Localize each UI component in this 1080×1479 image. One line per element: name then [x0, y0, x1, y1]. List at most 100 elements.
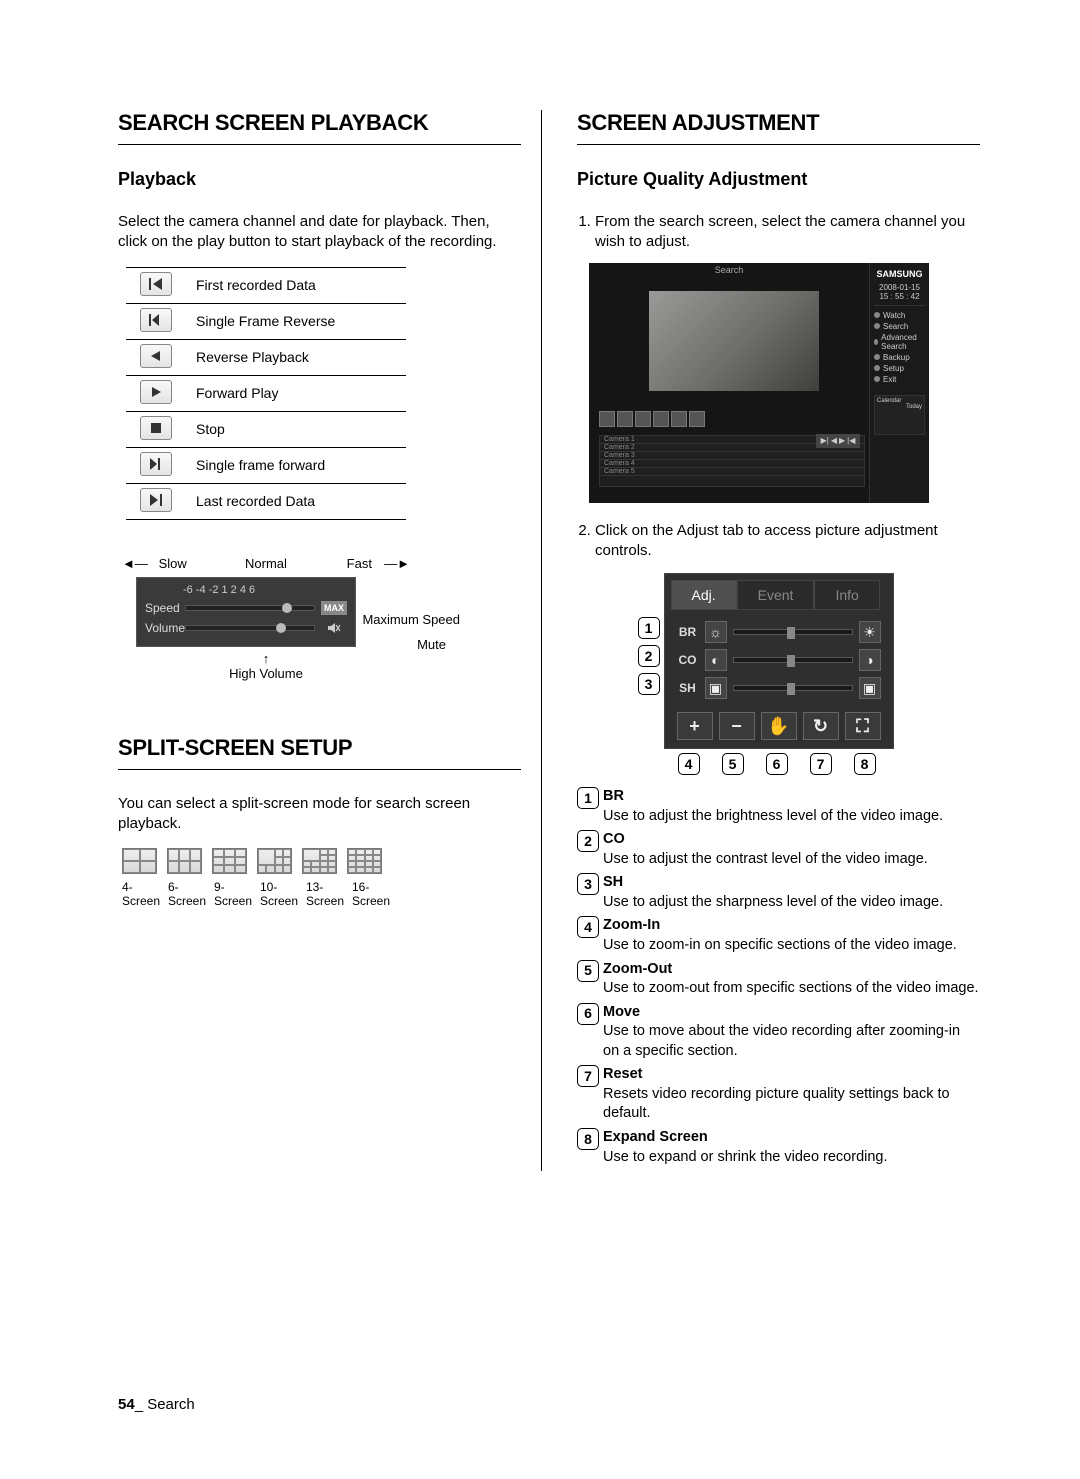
high-volume-label: ↑High Volume: [126, 651, 406, 681]
single-frame-reverse-icon[interactable]: [140, 308, 172, 332]
single-frame-forward-icon[interactable]: [140, 452, 172, 476]
heading-screen-adjustment: SCREEN ADJUSTMENT: [577, 110, 980, 145]
tab-info[interactable]: Info: [814, 580, 879, 610]
stop-label: Stop: [186, 411, 406, 447]
legend-7-label: Reset: [603, 1066, 643, 1082]
contrast-high-icon[interactable]: ◑: [859, 649, 881, 671]
legend-7-text: Resets video recording picture quality s…: [603, 1086, 950, 1122]
page-number: 54: [118, 1396, 135, 1413]
split-9-icon[interactable]: [212, 848, 247, 874]
search-screen-screenshot: Search ▶|◀▶|◀ Camera 1 Camera 2 Camera 3…: [589, 263, 929, 503]
legend-6-label: Move: [603, 1004, 640, 1020]
reset-button[interactable]: ↻: [803, 712, 839, 740]
callout-4: 4: [678, 753, 700, 775]
section-name: Search: [147, 1396, 195, 1413]
legend-2-label: CO: [603, 831, 625, 847]
legend-3-text: Use to adjust the sharpness level of the…: [603, 894, 943, 910]
adjust-panel: Adj. Event Info BR ☼ ☀ CO ◐: [664, 573, 894, 749]
br-abbr: BR: [677, 625, 699, 639]
zoom-out-button[interactable]: −: [719, 712, 755, 740]
legend-4-label: Zoom-In: [603, 917, 660, 933]
volume-slider-label: Volume: [145, 621, 185, 635]
callout-8: 8: [854, 753, 876, 775]
sharpness-low-icon[interactable]: ▣: [705, 677, 727, 699]
sh-abbr: SH: [677, 681, 699, 695]
sharpness-high-icon[interactable]: ▣: [859, 677, 881, 699]
forward-play-icon[interactable]: [140, 380, 172, 404]
split-16-icon[interactable]: [347, 848, 382, 874]
tab-adj[interactable]: Adj.: [671, 580, 737, 610]
last-recorded-label: Last recorded Data: [186, 483, 406, 519]
split-9-label: 9-Screen: [214, 880, 250, 909]
heading-split-screen: SPLIT-SCREEN SETUP: [118, 735, 521, 770]
split-13-label: 13-Screen: [306, 880, 342, 909]
mute-button[interactable]: [321, 621, 347, 635]
ss-menu: Watch Search Advanced Search Backup Setu…: [874, 310, 925, 385]
legend-5-label: Zoom-Out: [603, 961, 672, 977]
legend-1-label: BR: [603, 788, 624, 804]
callout-3: 3: [638, 673, 660, 695]
volume-slider[interactable]: [185, 625, 315, 631]
split-4-label: 4-Screen: [122, 880, 158, 909]
legend-6-text: Use to move about the video recording af…: [603, 1023, 960, 1059]
split-screen-intro: You can select a split-screen mode for s…: [118, 794, 521, 835]
step-2: Click on the Adjust tab to access pictur…: [595, 521, 980, 562]
legend-8-label: Expand Screen: [603, 1129, 708, 1145]
step-1: From the search screen, select the camer…: [595, 212, 980, 253]
speed-slider[interactable]: [185, 605, 315, 611]
co-abbr: CO: [677, 653, 699, 667]
single-frame-reverse-label: Single Frame Reverse: [186, 303, 406, 339]
zoom-in-button[interactable]: +: [677, 712, 713, 740]
mute-side-label: Mute: [417, 637, 446, 652]
callout-7: 7: [810, 753, 832, 775]
split-screen-icons: [122, 848, 382, 874]
adjust-legend: 1BRUse to adjust the brightness level of…: [577, 787, 980, 1167]
speed-ticks: -6 -4 -2 1 2 4 6: [145, 584, 347, 598]
legend-3-label: SH: [603, 874, 623, 890]
contrast-slider[interactable]: [733, 657, 853, 663]
reverse-playback-label: Reverse Playback: [186, 339, 406, 375]
single-frame-forward-label: Single frame forward: [186, 447, 406, 483]
ss-calendar: Calendar Today: [874, 395, 925, 435]
legend-8-text: Use to expand or shrink the video record…: [603, 1149, 888, 1165]
callout-6: 6: [766, 753, 788, 775]
slow-arrow-icon: ◄—: [122, 556, 148, 571]
expand-screen-button[interactable]: ⛶: [845, 712, 881, 740]
fast-arrow-icon: —►: [384, 556, 410, 571]
subheading-picture-quality: Picture Quality Adjustment: [577, 169, 980, 190]
ss-view-toolbar: [599, 411, 705, 427]
brightness-high-icon[interactable]: ☀: [859, 621, 881, 643]
tab-event[interactable]: Event: [737, 580, 815, 610]
ss-title: Search: [715, 265, 744, 275]
max-speed-side-label: Maximum Speed: [362, 613, 460, 627]
speed-normal-label: Normal: [219, 556, 312, 571]
legend-5-text: Use to zoom-out from specific sections o…: [603, 980, 979, 996]
callout-2: 2: [638, 645, 660, 667]
stop-icon[interactable]: [140, 416, 172, 440]
legend-1-text: Use to adjust the brightness level of th…: [603, 808, 943, 824]
heading-search-playback: SEARCH SCREEN PLAYBACK: [118, 110, 521, 145]
max-speed-button[interactable]: MAX: [321, 601, 347, 615]
contrast-low-icon[interactable]: ◐: [705, 649, 727, 671]
ss-video-preview: [649, 291, 819, 391]
move-button[interactable]: ✋: [761, 712, 797, 740]
brightness-low-icon[interactable]: ☼: [705, 621, 727, 643]
callout-5: 5: [722, 753, 744, 775]
split-4-icon[interactable]: [122, 848, 157, 874]
page-footer: 54_ Search: [118, 1396, 195, 1413]
ss-sidebar: SAMSUNG 2008-01-15 15 : 55 : 42 Watch Se…: [869, 263, 929, 503]
first-recorded-icon[interactable]: [140, 272, 172, 296]
legend-4-text: Use to zoom-in on specific sections of t…: [603, 937, 957, 953]
split-13-icon[interactable]: [302, 848, 337, 874]
last-recorded-icon[interactable]: [140, 488, 172, 512]
callout-1: 1: [638, 617, 660, 639]
playback-controls-table: First recorded Data Single Frame Reverse…: [126, 267, 406, 520]
speed-volume-panel: ◄— Slow Normal Fast —► -6 -4 -2 1 2 4 6 …: [126, 556, 406, 681]
first-recorded-label: First recorded Data: [186, 267, 406, 303]
reverse-playback-icon[interactable]: [140, 344, 172, 368]
ss-timeline: ▶|◀▶|◀ Camera 1 Camera 2 Camera 3 Camera…: [599, 435, 865, 487]
brightness-slider[interactable]: [733, 629, 853, 635]
split-10-icon[interactable]: [257, 848, 292, 874]
split-6-icon[interactable]: [167, 848, 202, 874]
sharpness-slider[interactable]: [733, 685, 853, 691]
